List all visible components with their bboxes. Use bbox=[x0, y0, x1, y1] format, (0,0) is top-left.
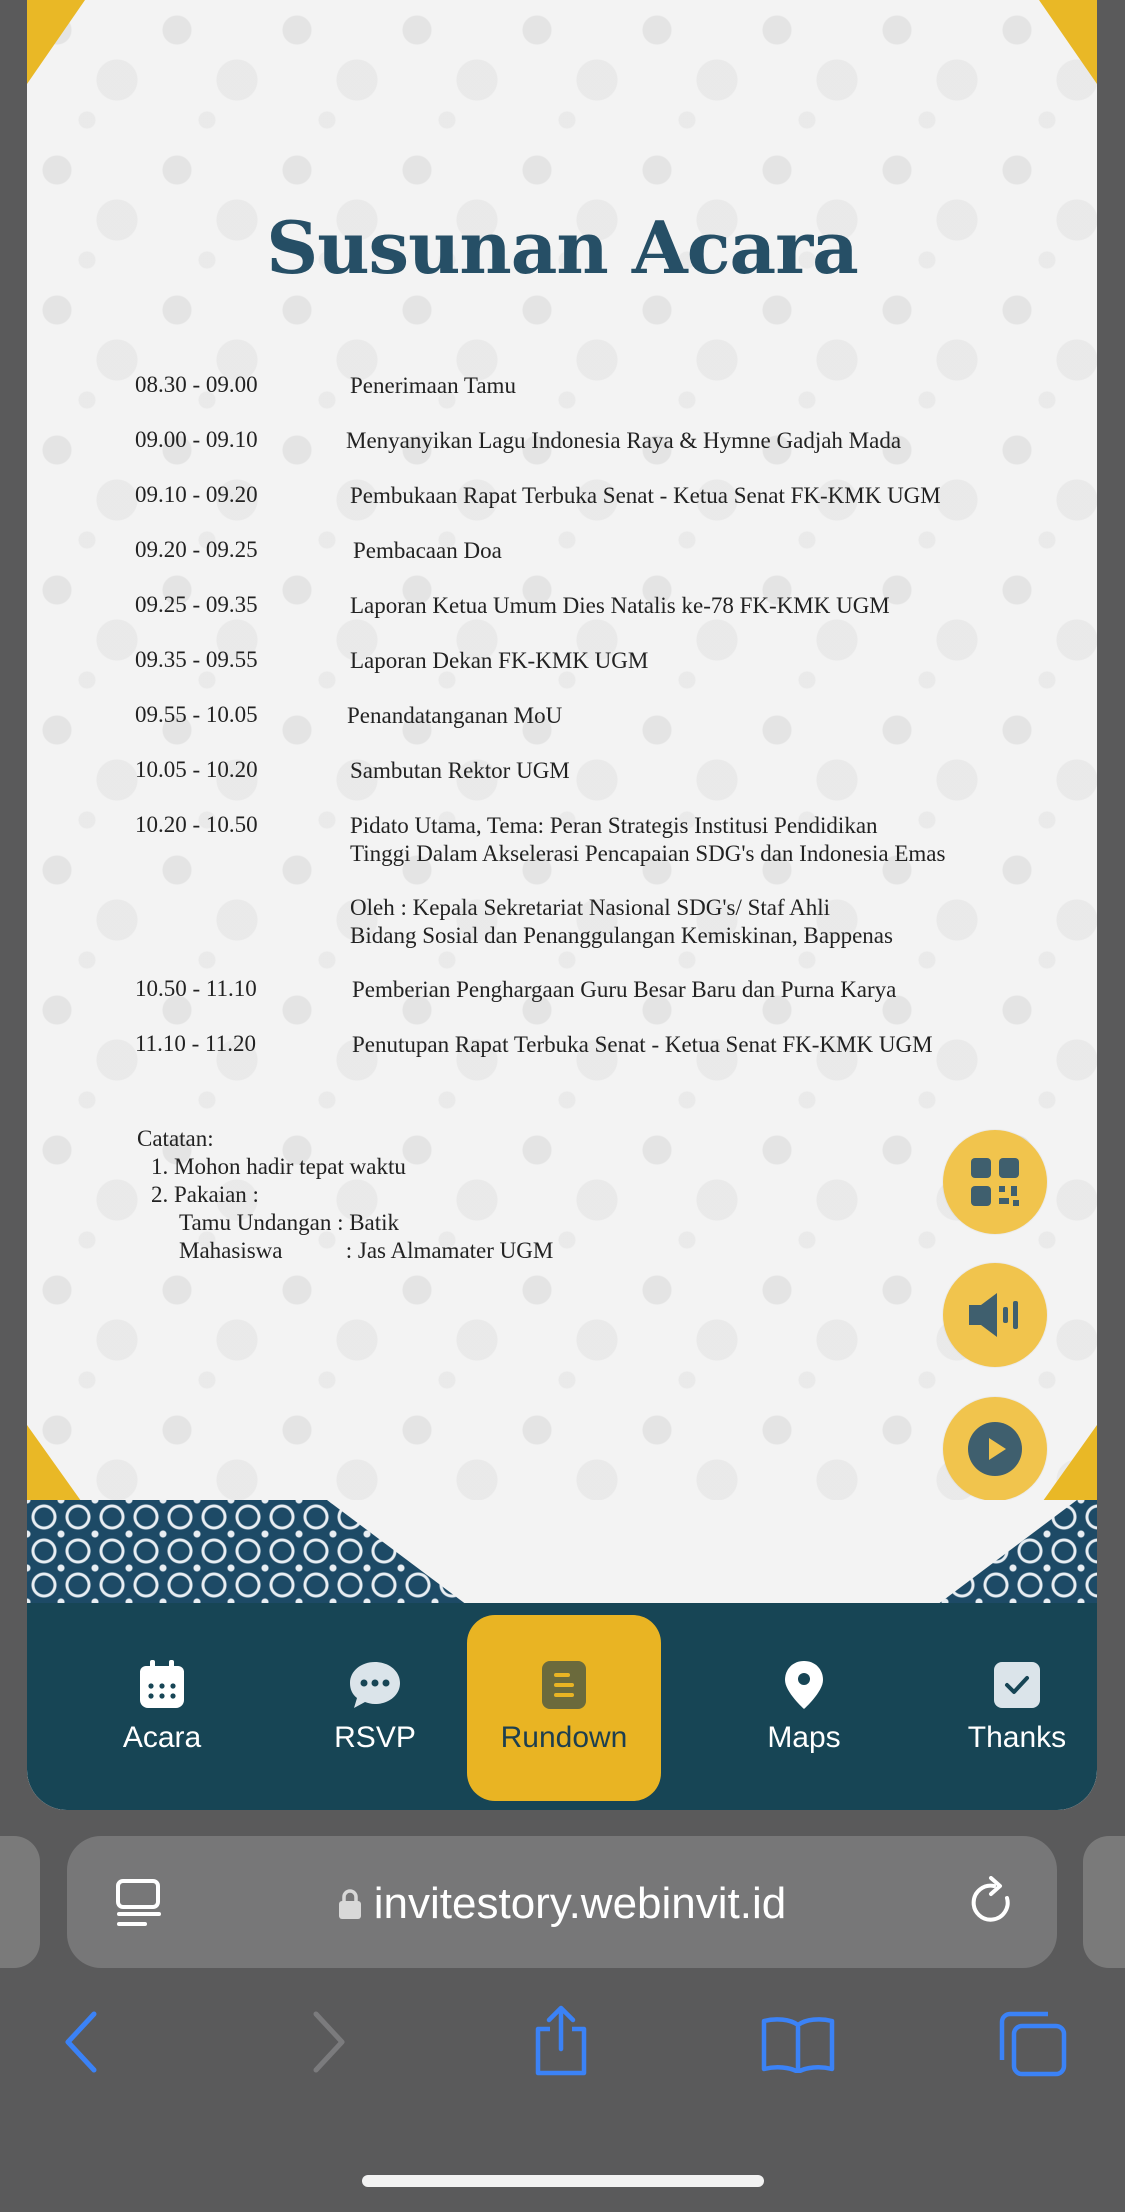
rundown-time: 08.30 - 09.00 bbox=[135, 372, 258, 397]
previous-tab-peek[interactable] bbox=[0, 1836, 40, 1968]
rundown-activity: Bidang Sosial dan Penanggulangan Kemiski… bbox=[350, 923, 893, 948]
play-button[interactable] bbox=[943, 1397, 1047, 1501]
nav-item-rundown[interactable]: Rundown bbox=[467, 1615, 661, 1801]
batik-ornament-cutout bbox=[327, 1500, 1077, 1605]
rundown-time: 09.00 - 09.10 bbox=[135, 427, 258, 452]
gold-corner-top-right bbox=[1039, 0, 1097, 84]
notes-line: 2. Pakaian : bbox=[151, 1182, 259, 1207]
nav-label: Rundown bbox=[500, 1721, 628, 1754]
nav-item-thanks[interactable]: Thanks bbox=[922, 1603, 1097, 1810]
reload-icon[interactable] bbox=[967, 1876, 1017, 1935]
nav-label: Thanks bbox=[967, 1721, 1067, 1754]
rundown-activity: Oleh : Kepala Sekretariat Nasional SDG's… bbox=[350, 895, 831, 920]
url-text: invitestory.webinvit.id bbox=[373, 1879, 787, 1928]
calendar-icon bbox=[138, 1659, 186, 1711]
next-tab-peek[interactable] bbox=[1083, 1836, 1125, 1968]
rundown-activity: Sambutan Rektor UGM bbox=[350, 758, 570, 783]
rundown-time: 09.25 - 09.35 bbox=[135, 592, 258, 617]
nav-item-acara[interactable]: Acara bbox=[67, 1603, 257, 1810]
rundown-time: 09.20 - 09.25 bbox=[135, 537, 258, 562]
rundown-activity: Laporan Dekan FK-KMK UGM bbox=[350, 648, 649, 673]
rundown-activity: Laporan Ketua Umum Dies Natalis ke-78 FK… bbox=[350, 593, 890, 618]
url-text-container: invitestory.webinvit.id bbox=[67, 1879, 1057, 1931]
invitation-card: Susunan Acara 08.30 - 09.00 Penerimaan T… bbox=[27, 0, 1097, 1810]
notes-heading: Catatan: bbox=[137, 1126, 214, 1151]
tabs-icon[interactable] bbox=[998, 2010, 1068, 2083]
chat-bubble-icon bbox=[348, 1659, 402, 1711]
nav-label: Maps bbox=[767, 1721, 841, 1754]
rundown-activity: Pembukaan Rapat Terbuka Senat - Ketua Se… bbox=[350, 483, 941, 508]
nav-item-rsvp[interactable]: RSVP bbox=[280, 1603, 470, 1810]
speaker-icon bbox=[969, 1293, 1018, 1337]
forward-icon[interactable] bbox=[308, 2010, 348, 2079]
map-pin-icon bbox=[783, 1659, 825, 1711]
notes-line: Tamu Undangan : Batik bbox=[179, 1210, 400, 1235]
notes: Catatan: 1. Mohon hadir tepat waktu 2. P… bbox=[137, 1125, 553, 1265]
rundown-activity: Pidato Utama, Tema: Peran Strategis Inst… bbox=[350, 813, 878, 838]
nav-label: RSVP bbox=[334, 1721, 416, 1754]
address-bar[interactable]: invitestory.webinvit.id bbox=[67, 1836, 1057, 1968]
rundown-time: 10.50 - 11.10 bbox=[135, 976, 257, 1001]
lock-icon bbox=[338, 1881, 362, 1931]
nav-item-maps[interactable]: Maps bbox=[709, 1603, 899, 1810]
rundown-activity: Penandatanganan MoU bbox=[347, 703, 563, 728]
nav-label: Acara bbox=[122, 1721, 202, 1754]
rundown-activity: Penerimaan Tamu bbox=[350, 373, 516, 398]
rundown-time: 09.35 - 09.55 bbox=[135, 647, 258, 672]
document-icon bbox=[540, 1659, 588, 1711]
checkbox-icon bbox=[992, 1659, 1042, 1711]
rundown-activity: Pembacaan Doa bbox=[353, 538, 502, 563]
back-icon[interactable] bbox=[62, 2010, 102, 2079]
play-icon bbox=[968, 1422, 1022, 1476]
rundown-time: 09.55 - 10.05 bbox=[135, 702, 258, 727]
page-title: Susunan Acara bbox=[266, 205, 859, 290]
rundown-activity: Tinggi Dalam Akselerasi Pencapaian SDG's… bbox=[350, 841, 946, 866]
bottom-nav: Acara RSVP Rundown Maps Thanks bbox=[27, 1603, 1097, 1810]
gold-corner-top-left bbox=[27, 0, 85, 84]
audio-button[interactable] bbox=[943, 1263, 1047, 1367]
qr-code-button[interactable] bbox=[943, 1130, 1047, 1234]
rundown-activity: Menyanyikan Lagu Indonesia Raya & Hymne … bbox=[346, 428, 902, 453]
rundown-activity: Pemberian Penghargaan Guru Besar Baru da… bbox=[352, 977, 897, 1002]
share-icon[interactable] bbox=[530, 2005, 592, 2082]
rundown-time: 10.05 - 10.20 bbox=[135, 757, 258, 782]
notes-line: 1. Mohon hadir tepat waktu bbox=[151, 1154, 406, 1179]
home-indicator bbox=[362, 2175, 764, 2187]
rundown-time: 09.10 - 09.20 bbox=[135, 482, 258, 507]
rundown-activity: Penutupan Rapat Terbuka Senat - Ketua Se… bbox=[352, 1032, 933, 1057]
qr-code-icon bbox=[971, 1158, 1019, 1206]
notes-line: Mahasiswa : Jas Almamater UGM bbox=[179, 1238, 554, 1263]
bookmarks-icon[interactable] bbox=[760, 2015, 836, 2078]
rundown-time: 10.20 - 10.50 bbox=[135, 812, 258, 837]
rundown-time: 11.10 - 11.20 bbox=[135, 1031, 256, 1056]
